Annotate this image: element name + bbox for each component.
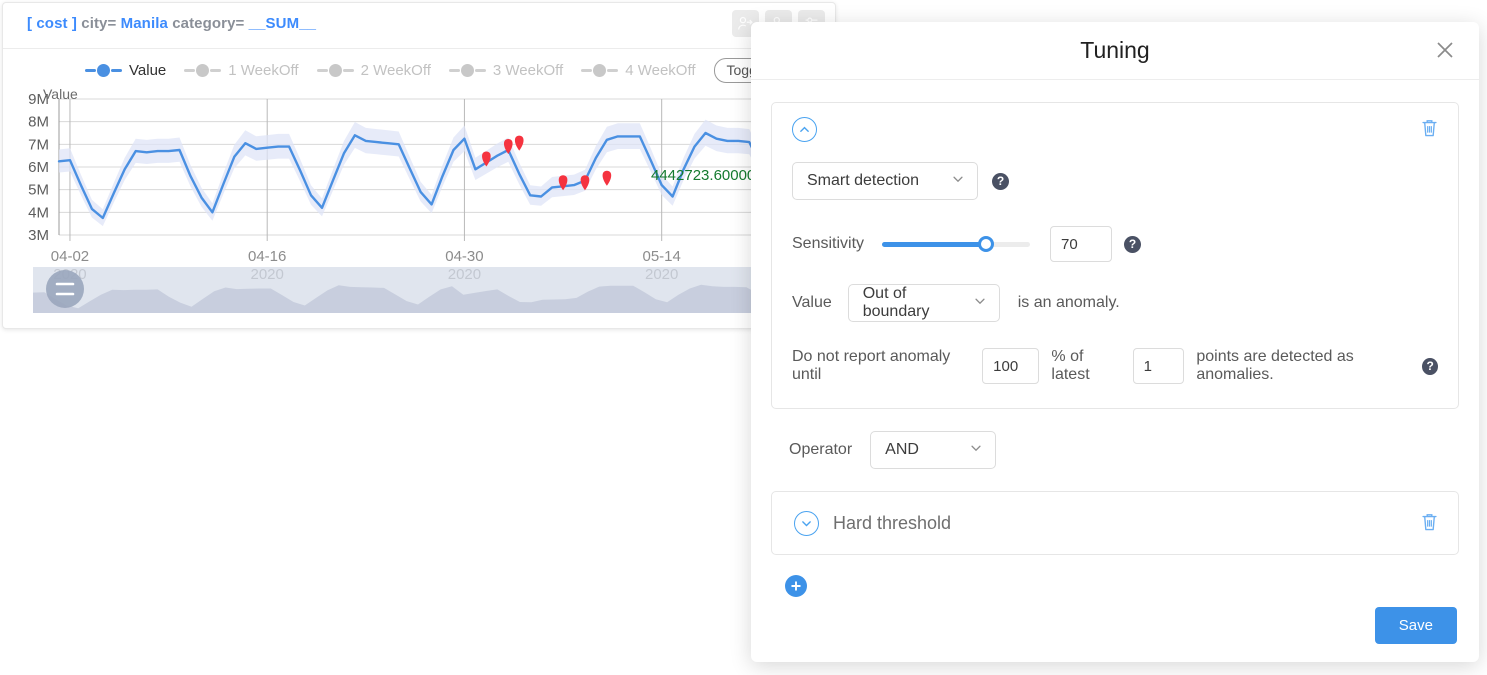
svg-text:5M: 5M [28, 182, 49, 199]
delete-smart-detection-button[interactable] [1419, 117, 1440, 144]
close-x-glyph [1437, 42, 1453, 58]
svg-text:04-02: 04-02 [51, 248, 89, 265]
chevron-down-icon [951, 172, 965, 191]
chart-legend: Value 1 WeekOff 2 WeekOff 3 WeekOff 4 We… [3, 53, 835, 87]
sensitivity-input[interactable]: 70 [1050, 226, 1113, 262]
chevron-up-icon [800, 126, 809, 132]
legend-item-2-weekoff[interactable]: 2 WeekOff [316, 61, 431, 79]
sensitivity-input-value: 70 [1061, 235, 1078, 253]
dimension-2-key: category= [172, 15, 245, 32]
legend-marker [196, 63, 210, 77]
metric-title: [ cost ] city= Manila category= __SUM__ [27, 15, 316, 32]
detector-rule-smart-detection: Smart detection ? Sensitivity 70 ? Value… [771, 102, 1459, 409]
detector-type-value: Smart detection [807, 172, 920, 189]
dimension-2-value: __SUM__ [248, 15, 317, 32]
anomaly-suffix-text: is an anomaly. [1017, 294, 1120, 311]
tuning-dialog-header: Tuning [751, 22, 1479, 80]
chevron-down-icon [802, 520, 811, 527]
y-axis-title: Value [43, 86, 78, 102]
sensitivity-help-icon[interactable]: ? [1124, 235, 1142, 253]
not-report-mid-text: % of latest [1051, 348, 1090, 383]
not-report-percent-value: 100 [993, 357, 1019, 375]
line-chart-svg[interactable]: 9M8M7M6M5M4M3M04-02202004-16202004-30202… [3, 87, 836, 329]
legend-dash [342, 68, 354, 72]
sensitivity-slider-knob[interactable] [977, 235, 994, 252]
detector-type-help-icon[interactable]: ? [992, 172, 1009, 190]
svg-text:3M: 3M [28, 227, 49, 244]
chart-plot-area: Value 9M8M7M6M5M4M3M04-02202004-16202004… [3, 86, 836, 329]
sensitivity-label: Sensitivity [792, 235, 865, 252]
legend-marker [328, 63, 342, 77]
svg-text:4M: 4M [28, 204, 49, 221]
collapse-toggle-smart-detection[interactable] [792, 117, 817, 142]
sensitivity-slider-fill [882, 241, 986, 247]
not-report-help-icon[interactable]: ? [1422, 357, 1438, 375]
plus-icon [791, 581, 801, 591]
operator-label: Operator [789, 441, 853, 458]
detector-type-select[interactable]: Smart detection [792, 162, 978, 200]
legend-dash [316, 68, 328, 72]
tuning-dialog-title: Tuning [1080, 37, 1150, 63]
close-icon[interactable] [1433, 38, 1457, 62]
operator-row: Operator AND [789, 431, 1459, 469]
not-report-percent-input[interactable]: 100 [982, 348, 1040, 384]
legend-label: 1 WeekOff [228, 61, 299, 79]
legend-label: 3 WeekOff [492, 61, 564, 79]
delete-hard-threshold-button[interactable] [1419, 511, 1440, 538]
operator-select[interactable]: AND [870, 431, 997, 469]
legend-dash [85, 68, 96, 72]
chevron-down-icon [969, 441, 983, 460]
not-report-suffix-text: points are detected as anomalies. [1196, 348, 1354, 383]
legend-item-1-weekoff[interactable]: 1 WeekOff [184, 61, 299, 79]
dimension-1-key: city= [81, 15, 117, 32]
svg-text:05-14: 05-14 [642, 248, 680, 265]
tuning-dialog: Tuning Smart detection ? Sensitivity 70 … [751, 22, 1479, 662]
chevron-down-icon [973, 294, 987, 313]
legend-dash [111, 68, 122, 72]
not-report-points-value: 1 [1143, 357, 1153, 375]
app-root: [ cost ] city= Manila category= __SUM__ [0, 0, 1487, 675]
expand-toggle-hard-threshold[interactable] [794, 510, 819, 536]
not-report-points-input[interactable]: 1 [1132, 348, 1185, 384]
legend-marker [460, 63, 474, 77]
detector-rule-hard-threshold[interactable]: Hard threshold [771, 491, 1459, 555]
svg-text:6M: 6M [28, 159, 49, 176]
operator-value: AND [885, 441, 919, 458]
legend-dash [607, 68, 619, 72]
hard-threshold-label: Hard threshold [833, 512, 952, 533]
svg-text:04-16: 04-16 [248, 248, 286, 265]
add-detector-button[interactable] [785, 575, 807, 597]
legend-dash [474, 68, 486, 72]
legend-dash [581, 68, 593, 72]
dimension-1-value: Manila [120, 15, 168, 32]
legend-marker [593, 63, 607, 77]
svg-text:8M: 8M [28, 114, 49, 131]
legend-marker [97, 63, 110, 77]
legend-item-value[interactable]: Value [85, 62, 166, 79]
legend-dash [448, 68, 460, 72]
tuning-dialog-body: Smart detection ? Sensitivity 70 ? Value… [751, 80, 1479, 597]
not-report-prefix-text: Do not report anomaly until [792, 348, 951, 383]
legend-label: 4 WeekOff [625, 61, 696, 79]
legend-dash [210, 68, 222, 72]
legend-label: Value [129, 61, 167, 79]
legend-dash [184, 68, 196, 72]
sensitivity-slider[interactable] [882, 235, 1031, 252]
trash-icon [1422, 514, 1437, 531]
trash-icon [1422, 120, 1437, 137]
metric-chart-card: [ cost ] city= Manila category= __SUM__ [2, 2, 836, 329]
svg-text:04-30: 04-30 [445, 248, 483, 265]
value-label: Value [792, 294, 832, 311]
metric-name: [ cost ] [27, 15, 77, 32]
svg-text:7M: 7M [28, 136, 49, 153]
chart-annotation-value: 4442723.60000 [651, 167, 756, 184]
legend-item-4-weekoff[interactable]: 4 WeekOff [581, 61, 696, 79]
boundary-direction-select[interactable]: Out of boundary [847, 284, 1000, 322]
chart-header: [ cost ] city= Manila category= __SUM__ [3, 3, 835, 49]
boundary-direction-value: Out of boundary [862, 285, 930, 320]
save-button[interactable]: Save [1374, 607, 1457, 644]
legend-item-3-weekoff[interactable]: 3 WeekOff [448, 61, 564, 79]
legend-label: 2 WeekOff [360, 61, 431, 79]
